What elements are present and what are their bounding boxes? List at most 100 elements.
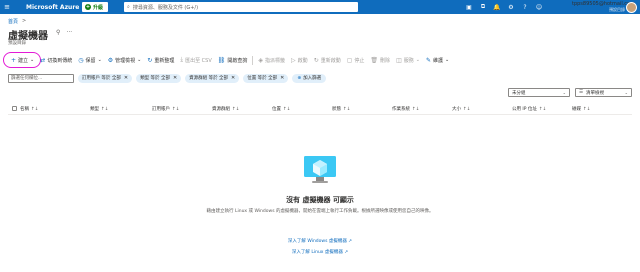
switch-to-classic-button[interactable]: ⇄ 切換到傳統 (37, 54, 75, 66)
column-header-os[interactable]: 作業系統 ↑↓ (392, 106, 420, 112)
breadcrumb-home[interactable]: 首頁 (8, 18, 18, 25)
services-icon: ◫ (396, 56, 402, 64)
chevron-down-icon: ⌄ (415, 57, 420, 63)
column-header-size[interactable]: 大小 ↑↓ (452, 106, 471, 112)
learn-more-windows-link[interactable]: 深入了解 Windows 虛擬機器 ↗ (0, 238, 640, 244)
column-label: 作業系統 (392, 107, 410, 112)
pin-icon[interactable]: ⚲ (56, 29, 60, 36)
close-icon[interactable]: ✕ (124, 75, 128, 81)
column-label: 資源群組 (212, 107, 230, 112)
directory-filter-icon[interactable]: ⧉ (476, 0, 490, 14)
sort-icon: ↑↓ (412, 107, 420, 112)
services-label: 服務 (403, 57, 414, 64)
add-filter-icon: ⊕ (297, 75, 302, 81)
breadcrumb: 首頁 > (8, 18, 26, 25)
list-view-value: 清單檢視 (586, 90, 605, 96)
create-label: 建立 (18, 57, 29, 64)
chevron-down-icon: ⌄ (97, 57, 102, 63)
brand-name[interactable]: Microsoft Azure (26, 4, 79, 11)
grouping-select[interactable]: 未分組 ⌄ (508, 88, 570, 97)
assign-tags-label: 指派標籤 (265, 57, 286, 64)
tag-icon: ◈ (258, 56, 264, 64)
column-header-public-ip[interactable]: 公用 IP 位址 ↑↓ (512, 106, 546, 112)
upgrade-label: 升級 (93, 4, 104, 11)
sort-icon: ↑↓ (463, 107, 471, 112)
account-info[interactable]: tpps89505@hotmail.com 預設目錄 (572, 1, 635, 13)
chevron-down-icon: ⌄ (30, 57, 35, 63)
cloud-shell-icon[interactable]: ▣ (462, 0, 476, 14)
search-placeholder: 搜尋資源、服務及文件 (G+/) (132, 4, 199, 11)
trash-icon: 🗑 (370, 56, 379, 64)
filter-pill-resource-group[interactable]: 資源群組 等於 全部 ✕ (185, 73, 240, 83)
chevron-down-icon: ⌄ (624, 90, 628, 95)
settings-icon[interactable]: ⚙ (504, 0, 518, 14)
open-query-button[interactable]: ⛓ 開啟查詢 (215, 54, 251, 66)
filter-pill-subscription[interactable]: 訂用帳戶 等於 全部 ✕ (78, 73, 133, 83)
sort-icon: ↑↓ (172, 107, 180, 112)
play-icon: ▷ (291, 56, 296, 64)
filter-pill-location[interactable]: 位置 等於 全部 ✕ (243, 73, 289, 83)
filter-pill-label: 類型 等於 全部 (140, 76, 170, 81)
column-header-name[interactable]: 名稱 ↑↓ (20, 106, 39, 112)
help-icon[interactable]: ? (518, 0, 532, 14)
sort-icon: ↑↓ (583, 107, 591, 112)
refresh-button[interactable]: ↻ 重新整理 (144, 54, 177, 66)
manage-view-button[interactable]: ⚙ 管理檢視 ⌄ (105, 54, 145, 66)
add-filter-label: 加入篩選 (303, 76, 322, 81)
feedback-icon[interactable]: ☺ (532, 0, 546, 14)
notifications-icon[interactable]: 🔔 (490, 0, 504, 14)
search-icon: ⌕ (127, 4, 130, 10)
grouping-value: 未分組 (512, 90, 526, 96)
learn-more-linux-link[interactable]: 深入了解 Linux 虛擬機器 ↗ (0, 249, 640, 255)
reservations-label: 保留 (85, 57, 96, 64)
search-input[interactable]: ⌕ 搜尋資源、服務及文件 (G+/) (124, 2, 358, 12)
close-icon[interactable]: ✕ (280, 75, 284, 81)
page-subtitle: 預設目錄 (8, 41, 26, 46)
create-button[interactable]: + 建立 ⌄ (8, 54, 37, 66)
more-options-icon[interactable]: ··· (66, 29, 72, 36)
add-filter-button[interactable]: ⊕ 加入篩選 (292, 73, 327, 83)
column-header-disks[interactable]: 磁碟 ↑↓ (572, 106, 591, 112)
sort-icon: ↑↓ (538, 107, 547, 112)
column-label: 名稱 (20, 107, 29, 112)
restart-label: 重新啟動 (320, 57, 341, 64)
column-header-type[interactable]: 類型 ↑↓ (90, 106, 109, 112)
table-header: 名稱 ↑↓ 類型 ↑↓ 訂用帳戶 ↑↓ 資源群組 ↑↓ 位置 ↑↓ 狀態 ↑↓ 作業系統 ↑↓… (8, 104, 632, 115)
switch-icon: ⇄ (40, 56, 46, 64)
column-header-status[interactable]: 狀態 ↑↓ (332, 106, 351, 112)
manage-view-label: 管理檢視 (115, 57, 136, 64)
column-header-resource-group[interactable]: 資源群組 ↑↓ (212, 106, 240, 112)
start-button[interactable]: ▷ 啟動 (288, 54, 311, 66)
hamburger-icon[interactable]: ≡ (0, 0, 14, 14)
column-header-location[interactable]: 位置 ↑↓ (272, 106, 291, 112)
column-header-subscription[interactable]: 訂用帳戶 ↑↓ (152, 106, 180, 112)
reservations-button[interactable]: ◷ 保留 ⌄ (75, 54, 104, 66)
maintenance-button[interactable]: ✎ 維護 ⌄ (423, 54, 452, 66)
close-icon[interactable]: ✕ (173, 75, 177, 81)
maintenance-label: 維護 (432, 57, 443, 64)
plus-icon: + (11, 56, 17, 64)
restart-button[interactable]: ↻ 重新啟動 (311, 54, 344, 66)
assign-tags-button[interactable]: ◈ 指派標籤 (255, 54, 288, 66)
close-icon[interactable]: ✕ (231, 75, 235, 81)
start-label: 啟動 (297, 57, 308, 64)
filter-pill-type[interactable]: 類型 等於 全部 ✕ (136, 73, 182, 83)
chevron-down-icon: ⌄ (445, 57, 450, 63)
filter-pill-label: 資源群組 等於 全部 (189, 76, 229, 81)
delete-button[interactable]: 🗑 刪除 (367, 54, 393, 66)
filter-input[interactable]: 篩選任何欄位... (8, 73, 74, 83)
sort-icon: ↑↓ (232, 107, 240, 112)
column-label: 類型 (90, 107, 99, 112)
services-button[interactable]: ◫ 服務 ⌄ (393, 54, 423, 66)
sort-icon: ↑↓ (343, 107, 351, 112)
select-all-checkbox[interactable] (12, 106, 17, 111)
export-csv-button[interactable]: ⤓ 匯出至 CSV (177, 54, 214, 66)
filter-pill-label: 訂用帳戶 等於 全部 (82, 76, 121, 81)
clock-icon: ◷ (78, 56, 84, 64)
stop-button[interactable]: ▢ 停止 (344, 54, 368, 66)
topbar-icons: ▣ ⧉ 🔔 ⚙ ? ☺ (462, 0, 546, 14)
sort-icon: ↑↓ (283, 107, 291, 112)
upgrade-button[interactable]: + 升級 (82, 2, 108, 12)
avatar[interactable] (626, 2, 637, 13)
list-view-select[interactable]: ☰ 清單檢視 ⌄ (575, 88, 632, 97)
